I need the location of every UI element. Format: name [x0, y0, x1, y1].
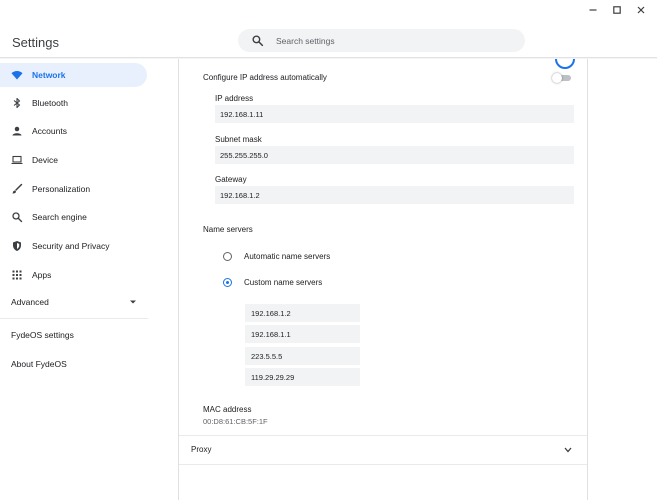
- app-title: Settings: [12, 35, 59, 50]
- sidebar-item-apps[interactable]: Apps: [0, 263, 147, 287]
- proxy-row[interactable]: Proxy: [179, 436, 587, 464]
- sidebar-item-bluetooth[interactable]: Bluetooth: [0, 91, 147, 115]
- name-servers-label: Name servers: [203, 225, 253, 234]
- wifi-icon: [11, 70, 23, 80]
- close-button[interactable]: [635, 4, 647, 16]
- bluetooth-icon: [13, 97, 21, 109]
- sidebar: Network Bluetooth Accounts Device Person…: [0, 59, 178, 500]
- gateway-input[interactable]: [215, 186, 574, 204]
- gateway-label: Gateway: [215, 175, 247, 184]
- custom-name-servers-label: Custom name servers: [244, 278, 323, 287]
- sidebar-advanced-toggle[interactable]: Advanced: [0, 290, 148, 314]
- search-box[interactable]: [238, 29, 525, 52]
- section-divider: [179, 464, 587, 465]
- window-controls: [587, 4, 647, 16]
- laptop-icon: [11, 155, 23, 164]
- shield-icon: [13, 241, 21, 251]
- sidebar-item-personalization[interactable]: Personalization: [0, 177, 147, 201]
- search-input[interactable]: [276, 33, 506, 48]
- sidebar-item-label: Bluetooth: [32, 98, 68, 108]
- sidebar-item-about-fydeos[interactable]: About FydeOS: [0, 352, 147, 376]
- custom-name-servers-radio[interactable]: [223, 278, 232, 287]
- sidebar-item-label: About FydeOS: [11, 359, 67, 369]
- configure-ip-label: Configure IP address automatically: [203, 73, 327, 82]
- sidebar-item-label: FydeOS settings: [11, 330, 74, 340]
- brush-icon: [12, 183, 23, 194]
- sidebar-item-label: Apps: [32, 270, 52, 280]
- sidebar-item-label: Personalization: [32, 184, 91, 194]
- automatic-name-servers-radio[interactable]: [223, 252, 232, 261]
- network-settings-card: Configure IP address automatically IP ad…: [178, 59, 588, 500]
- sidebar-item-label: Security and Privacy: [32, 241, 110, 251]
- sidebar-item-device[interactable]: Device: [0, 148, 147, 172]
- sidebar-item-accounts[interactable]: Accounts: [0, 119, 147, 143]
- subnet-mask-input[interactable]: [215, 146, 574, 164]
- sidebar-divider: [0, 318, 148, 319]
- ip-address-input[interactable]: [215, 105, 574, 123]
- maximize-icon: [613, 6, 621, 14]
- sidebar-item-network[interactable]: Network: [0, 63, 147, 87]
- minimize-button[interactable]: [587, 4, 599, 16]
- mac-address-value: 00:D8:61:CB:5F:1F: [203, 417, 268, 426]
- sidebar-item-label: Accounts: [32, 126, 67, 136]
- maximize-button[interactable]: [611, 4, 623, 16]
- proxy-label: Proxy: [191, 445, 212, 454]
- subnet-mask-label: Subnet mask: [215, 135, 262, 144]
- name-server-input-3[interactable]: [245, 347, 360, 365]
- search-icon: [252, 35, 264, 47]
- person-icon: [12, 126, 22, 136]
- apps-grid-icon: [12, 270, 22, 280]
- toggle-knob: [552, 73, 562, 83]
- automatic-name-servers-label: Automatic name servers: [244, 252, 331, 261]
- sidebar-item-search-engine[interactable]: Search engine: [0, 205, 147, 229]
- sidebar-item-label: Network: [32, 70, 66, 80]
- caret-down-icon: [130, 300, 136, 304]
- name-server-input-4[interactable]: [245, 368, 360, 386]
- sidebar-item-label: Device: [32, 155, 58, 165]
- name-server-input-1[interactable]: [245, 304, 360, 322]
- search-icon: [12, 212, 23, 223]
- chevron-down-icon: [564, 447, 572, 453]
- minimize-icon: [589, 9, 597, 11]
- mac-address-label: MAC address: [203, 405, 252, 414]
- sidebar-item-fydeos-settings[interactable]: FydeOS settings: [0, 323, 147, 347]
- sidebar-item-label: Search engine: [32, 212, 87, 222]
- name-server-input-2[interactable]: [245, 325, 360, 343]
- close-icon: [637, 6, 645, 14]
- top-bar: Settings: [0, 0, 657, 58]
- advanced-label: Advanced: [11, 297, 49, 307]
- ip-address-label: IP address: [215, 94, 254, 103]
- sidebar-item-security-and-privacy[interactable]: Security and Privacy: [0, 234, 147, 258]
